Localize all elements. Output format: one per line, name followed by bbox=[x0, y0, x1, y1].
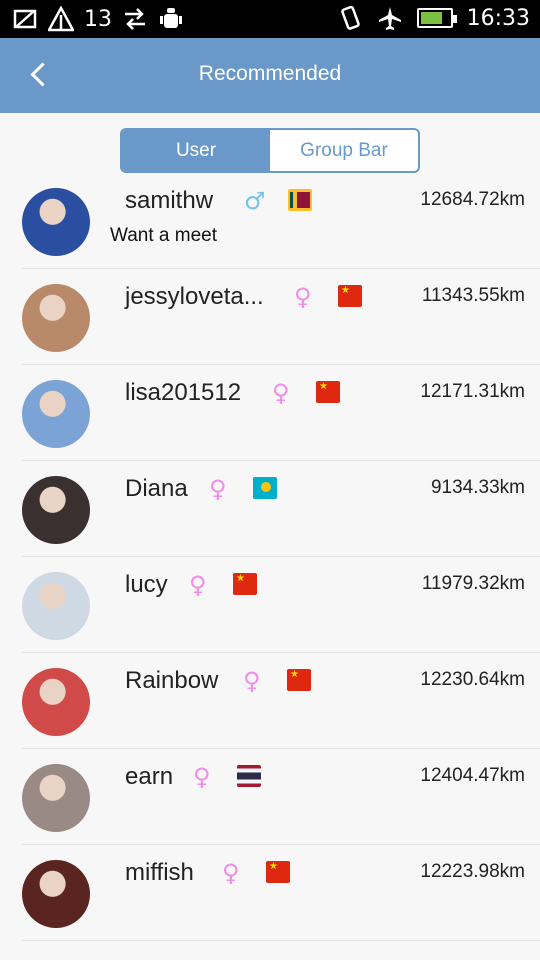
flag-cn-icon bbox=[233, 573, 257, 595]
user-name: samithw bbox=[125, 187, 214, 214]
distance: 12684.72km bbox=[420, 189, 525, 210]
flag-kz-icon bbox=[253, 477, 277, 499]
female-icon: ♀ bbox=[272, 379, 290, 407]
status-bar: 13 16:33 bbox=[0, 0, 540, 38]
android-debug-icon bbox=[158, 6, 184, 32]
flag-cn-icon bbox=[338, 285, 362, 307]
tab-group-bar[interactable]: Group Bar bbox=[270, 130, 418, 171]
user-status: Want a meet bbox=[110, 225, 218, 246]
list-item[interactable]: miffish ♀ 12223.98km bbox=[22, 845, 540, 941]
list-item[interactable]: jessyloveta... ♀ 11343.55km bbox=[22, 269, 540, 365]
user-name: earn bbox=[125, 763, 174, 790]
distance: 9134.33km bbox=[430, 477, 525, 498]
female-icon: ♀ bbox=[294, 283, 312, 311]
avatar bbox=[22, 668, 90, 736]
avatar bbox=[22, 860, 90, 928]
no-sim-icon bbox=[12, 6, 38, 32]
signal-number: 13 bbox=[84, 6, 112, 32]
list-item[interactable]: samithw ♂ 12684.72km Want a meet bbox=[22, 173, 540, 269]
male-icon: ♂ bbox=[244, 187, 266, 215]
distance: 12404.47km bbox=[420, 765, 525, 786]
list-item[interactable]: lucy ♀ 11979.32km bbox=[22, 557, 540, 653]
avatar bbox=[22, 764, 90, 832]
flag-th-icon bbox=[237, 765, 261, 787]
distance: 11343.55km bbox=[421, 285, 525, 306]
avatar bbox=[22, 380, 90, 448]
page-title: Recommended bbox=[198, 62, 342, 85]
flag-cn-icon bbox=[266, 861, 290, 883]
clock: 16:33 bbox=[466, 5, 530, 31]
segment-control: User Group Bar bbox=[120, 128, 420, 173]
female-icon: ♀ bbox=[243, 667, 261, 695]
user-name: miffish bbox=[125, 859, 194, 886]
user-name: lucy bbox=[125, 571, 168, 598]
list-item[interactable]: Diana ♀ 9134.33km bbox=[22, 461, 540, 557]
data-transfer-icon bbox=[122, 6, 148, 32]
female-icon: ♀ bbox=[189, 571, 207, 599]
user-name: Rainbow bbox=[125, 667, 219, 694]
title-bar: Recommended bbox=[0, 38, 540, 113]
distance: 12223.98km bbox=[420, 861, 525, 882]
flag-cn-icon bbox=[287, 669, 311, 691]
distance: 12230.64km bbox=[420, 669, 525, 690]
network-warning-icon bbox=[46, 5, 76, 32]
avatar bbox=[22, 188, 90, 256]
user-name: Diana bbox=[125, 475, 188, 502]
female-icon: ♀ bbox=[222, 859, 240, 887]
list-item[interactable]: lisa201512 ♀ 12171.31km bbox=[22, 365, 540, 461]
list-item[interactable]: Rainbow ♀ 12230.64km bbox=[22, 653, 540, 749]
distance: 12171.31km bbox=[420, 381, 525, 402]
avatar bbox=[22, 572, 90, 640]
avatar bbox=[22, 476, 90, 544]
avatar bbox=[22, 284, 90, 352]
tab-user[interactable]: User bbox=[122, 130, 270, 171]
status-left: 13 bbox=[12, 5, 184, 32]
female-icon: ♀ bbox=[209, 475, 227, 503]
list-item[interactable]: earn ♀ 12404.47km bbox=[22, 749, 540, 845]
status-right: 16:33 bbox=[337, 5, 530, 31]
distance: 11979.32km bbox=[421, 573, 525, 594]
user-name: lisa201512 bbox=[125, 379, 242, 406]
user-list: samithw ♂ 12684.72km Want a meet jessyloveta… bbox=[0, 173, 540, 941]
flag-cn-icon bbox=[316, 381, 340, 403]
user-name: jessyloveta... bbox=[125, 283, 264, 310]
battery-icon bbox=[416, 8, 457, 28]
vibrate-icon bbox=[337, 5, 363, 31]
flag-lk-icon bbox=[288, 189, 312, 211]
female-icon: ♀ bbox=[193, 763, 211, 791]
airplane-mode-icon bbox=[377, 5, 403, 31]
